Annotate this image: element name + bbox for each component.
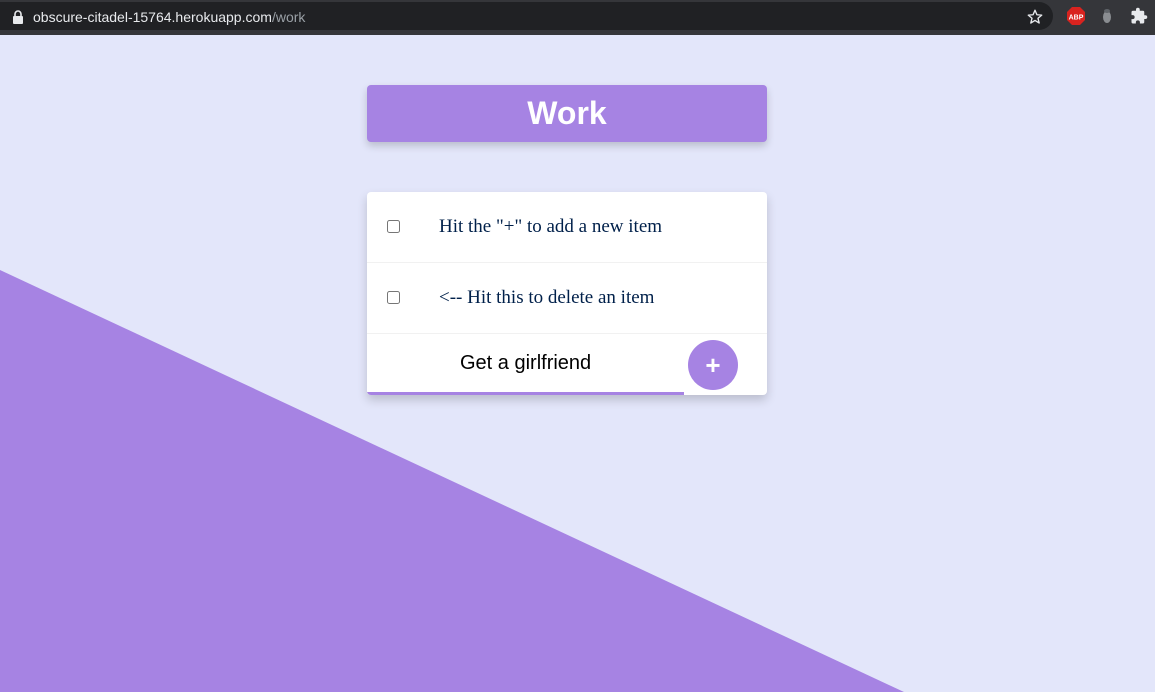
lock-icon (13, 10, 23, 24)
list-item: Hit the "+" to add a new item (367, 192, 767, 263)
url-host: obscure-citadel-15764.herokuapp.com (33, 9, 272, 25)
item-label: <-- Hit this to delete an item (439, 287, 655, 308)
browser-toolbar: obscure-citadel-15764.herokuapp.com/work… (0, 0, 1155, 35)
new-item-input[interactable] (367, 334, 684, 395)
adblock-plus-icon[interactable]: ABP (1066, 6, 1086, 26)
add-item-form: + (367, 334, 767, 395)
item-label: Hit the "+" to add a new item (439, 216, 663, 237)
delete-checkbox[interactable] (387, 220, 400, 233)
star-icon[interactable] (1026, 8, 1044, 26)
page-title: Work (527, 95, 607, 131)
puzzle-icon[interactable] (1130, 7, 1148, 25)
url-path: /work (271, 9, 306, 25)
list-item: <-- Hit this to delete an item (367, 263, 767, 334)
extension-icon[interactable] (1100, 8, 1114, 24)
delete-checkbox[interactable] (387, 291, 400, 304)
add-button[interactable]: + (688, 340, 738, 390)
address-bar[interactable]: obscure-citadel-15764.herokuapp.com/work (0, 2, 1053, 30)
heading-box: Work (367, 85, 767, 142)
todo-card: Hit the "+" to add a new item <-- Hit th… (367, 192, 767, 395)
abp-label: ABP (1069, 15, 1084, 22)
url-text[interactable]: obscure-citadel-15764.herokuapp.com/work (33, 9, 305, 25)
